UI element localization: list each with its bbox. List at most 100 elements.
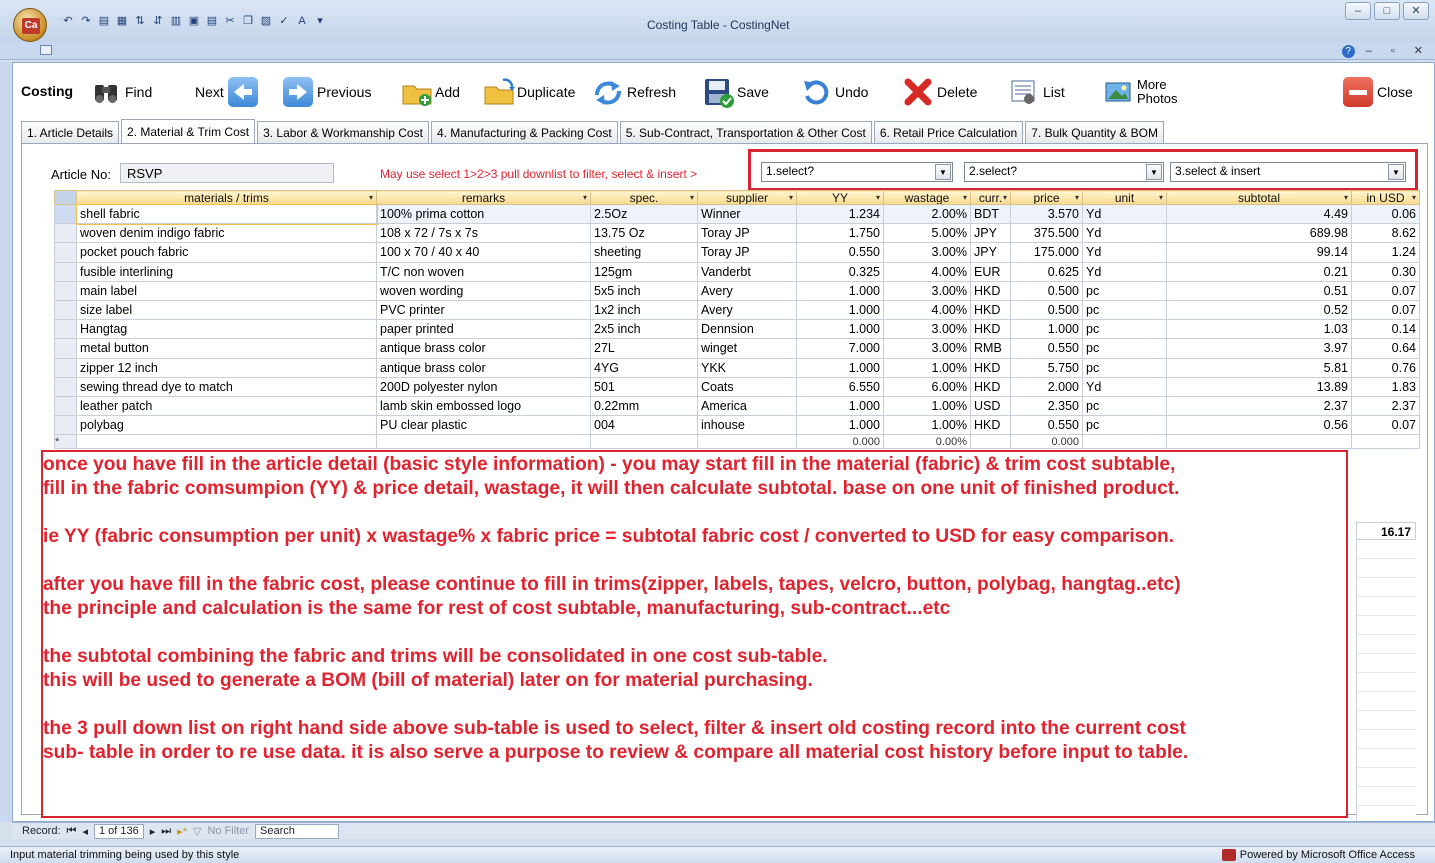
redo-icon[interactable]: ↷ bbox=[78, 13, 94, 29]
table-cell[interactable]: pc bbox=[1082, 415, 1167, 436]
table-cell[interactable]: 1x2 inch bbox=[590, 299, 698, 321]
column-header[interactable]: unit ▾ bbox=[1082, 190, 1167, 205]
filter-icon[interactable]: ▥ bbox=[168, 13, 184, 29]
table-cell[interactable]: 0.06 bbox=[1351, 203, 1420, 225]
table-cell[interactable] bbox=[970, 434, 1011, 450]
table-cell[interactable]: main label bbox=[76, 280, 377, 301]
column-header[interactable]: supplier ▾ bbox=[697, 190, 797, 205]
table-cell[interactable]: 0.30 bbox=[1351, 261, 1420, 282]
table-cell[interactable]: 1.24 bbox=[1351, 242, 1420, 263]
view-icon[interactable]: ▤ bbox=[96, 13, 112, 29]
table-cell[interactable]: 3.00% bbox=[883, 338, 971, 359]
row-selector[interactable] bbox=[54, 261, 77, 282]
article-no-field[interactable]: RSVP bbox=[120, 163, 334, 183]
table-cell[interactable]: 1.00% bbox=[883, 415, 971, 436]
column-header[interactable]: YY ▾ bbox=[796, 190, 884, 205]
table-cell[interactable]: 175.000 bbox=[1010, 242, 1083, 263]
table-row[interactable]: main label woven wording 5x5 inch Avery 1.00… bbox=[54, 280, 1420, 301]
table-cell[interactable]: Yd bbox=[1082, 203, 1167, 225]
more-photos-button[interactable]: More Photos bbox=[1103, 73, 1177, 111]
table-row[interactable]: size label PVC printer 1x2 inch Avery 1.000 4… bbox=[54, 299, 1420, 321]
column-filter-icon[interactable]: ▾ bbox=[1344, 192, 1348, 204]
table-cell[interactable]: 0.500 bbox=[1010, 299, 1083, 321]
table-cell[interactable]: 0.76 bbox=[1351, 357, 1420, 378]
table-cell[interactable]: 0.64 bbox=[1351, 338, 1420, 359]
table-cell[interactable]: 1.000 bbox=[1010, 319, 1083, 340]
table-cell[interactable]: 5.750 bbox=[1010, 357, 1083, 378]
table-cell[interactable]: 6.550 bbox=[796, 376, 884, 397]
row-selector[interactable] bbox=[54, 223, 77, 244]
table-row[interactable]: shell fabric 100% prima cotton 2.5Oz Winner… bbox=[54, 203, 1420, 225]
table-cell[interactable]: woven wording bbox=[376, 280, 591, 301]
column-filter-icon[interactable]: ▾ bbox=[1412, 192, 1416, 204]
table-cell[interactable]: 0.000 bbox=[1010, 434, 1083, 450]
tab-5[interactable]: 5. Sub-Contract, Transportation & Other … bbox=[619, 121, 872, 143]
row-selector[interactable] bbox=[54, 338, 77, 359]
table-cell[interactable]: Hangtag bbox=[76, 319, 377, 340]
first-record-icon[interactable]: ⏮ bbox=[67, 825, 77, 838]
new-record-icon[interactable]: ▸* bbox=[177, 825, 187, 838]
table-row[interactable]: woven denim indigo fabric 108 x 72 / 7s x… bbox=[54, 223, 1420, 244]
form-icon[interactable]: ▣ bbox=[186, 13, 202, 29]
table-cell[interactable]: Winner bbox=[697, 203, 797, 225]
table-cell[interactable]: Yd bbox=[1082, 242, 1167, 263]
column-filter-icon[interactable]: ▾ bbox=[1159, 192, 1163, 204]
paste-icon[interactable]: ▨ bbox=[258, 13, 274, 29]
table-cell[interactable]: 0.325 bbox=[796, 261, 884, 282]
table-cell[interactable]: 4YG bbox=[590, 357, 698, 378]
table-cell[interactable]: HKD bbox=[970, 299, 1011, 321]
table-cell[interactable]: 1.000 bbox=[796, 299, 884, 321]
table-row[interactable]: polybag PU clear plastic 004 inhouse 1.000 1.… bbox=[54, 415, 1420, 436]
chevron-down-icon[interactable]: ▼ bbox=[1388, 164, 1404, 180]
list-button[interactable]: List bbox=[1009, 77, 1065, 107]
spelling-icon[interactable]: ✓ bbox=[276, 13, 292, 29]
table-cell[interactable]: zipper 12 inch bbox=[76, 357, 377, 378]
select-3-dropdown[interactable]: 3.select & insert ▼ bbox=[1170, 162, 1406, 182]
table-cell[interactable]: 7.000 bbox=[796, 338, 884, 359]
table-cell[interactable]: 5.00% bbox=[883, 223, 971, 244]
table-cell[interactable]: EUR bbox=[970, 261, 1011, 282]
table-cell[interactable]: Toray JP bbox=[697, 223, 797, 244]
row-selector[interactable] bbox=[54, 415, 77, 436]
table-cell[interactable]: 2x5 inch bbox=[590, 319, 698, 340]
table-cell[interactable]: paper printed bbox=[376, 319, 591, 340]
column-header[interactable]: subtotal ▾ bbox=[1166, 190, 1352, 205]
tab-7[interactable]: 7. Bulk Quantity & BOM bbox=[1025, 121, 1164, 143]
table-cell[interactable]: 3.97 bbox=[1166, 338, 1352, 359]
table-cell[interactable]: Toray JP bbox=[697, 242, 797, 263]
table-cell[interactable]: 99.14 bbox=[1166, 242, 1352, 263]
table-cell[interactable]: 0.07 bbox=[1351, 280, 1420, 301]
table-cell[interactable]: 200D polyester nylon bbox=[376, 376, 591, 397]
table-cell[interactable]: pocket pouch fabric bbox=[76, 242, 377, 263]
column-filter-icon[interactable]: ▾ bbox=[369, 192, 373, 204]
row-selector[interactable] bbox=[54, 203, 77, 225]
column-filter-icon[interactable]: ▾ bbox=[1075, 192, 1079, 204]
table-cell[interactable]: antique brass color bbox=[376, 357, 591, 378]
table-cell[interactable]: 1.83 bbox=[1351, 376, 1420, 397]
table-cell[interactable]: 4.00% bbox=[883, 261, 971, 282]
table-cell[interactable]: YKK bbox=[697, 357, 797, 378]
column-header[interactable]: spec. ▾ bbox=[590, 190, 698, 205]
table-cell[interactable]: sewing thread dye to match bbox=[76, 376, 377, 397]
table-cell[interactable]: JPY bbox=[970, 223, 1011, 244]
table-cell[interactable]: pc bbox=[1082, 357, 1167, 378]
table-cell[interactable]: 0.52 bbox=[1166, 299, 1352, 321]
table-cell[interactable]: 1.000 bbox=[796, 395, 884, 417]
table-cell[interactable]: 0.550 bbox=[1010, 415, 1083, 436]
table-cell[interactable]: 2.5Oz bbox=[590, 203, 698, 225]
table-cell[interactable]: 501 bbox=[590, 376, 698, 397]
new-record-marker[interactable]: * bbox=[54, 434, 77, 450]
undo-button[interactable]: Undo bbox=[801, 77, 868, 107]
row-selector[interactable] bbox=[54, 376, 77, 397]
chevron-down-icon[interactable]: ▼ bbox=[1146, 164, 1162, 180]
table-cell[interactable]: 5x5 inch bbox=[590, 280, 698, 301]
table-cell[interactable]: RMB bbox=[970, 338, 1011, 359]
table-cell[interactable]: pc bbox=[1082, 280, 1167, 301]
table-cell[interactable] bbox=[1166, 434, 1352, 450]
table-cell[interactable]: 100% prima cotton bbox=[376, 203, 591, 225]
duplicate-button[interactable]: Duplicate bbox=[483, 77, 575, 107]
table-cell[interactable]: 689.98 bbox=[1166, 223, 1352, 244]
table-cell[interactable]: 1.00% bbox=[883, 357, 971, 378]
table-cell[interactable]: winget bbox=[697, 338, 797, 359]
table-cell[interactable] bbox=[590, 434, 698, 450]
